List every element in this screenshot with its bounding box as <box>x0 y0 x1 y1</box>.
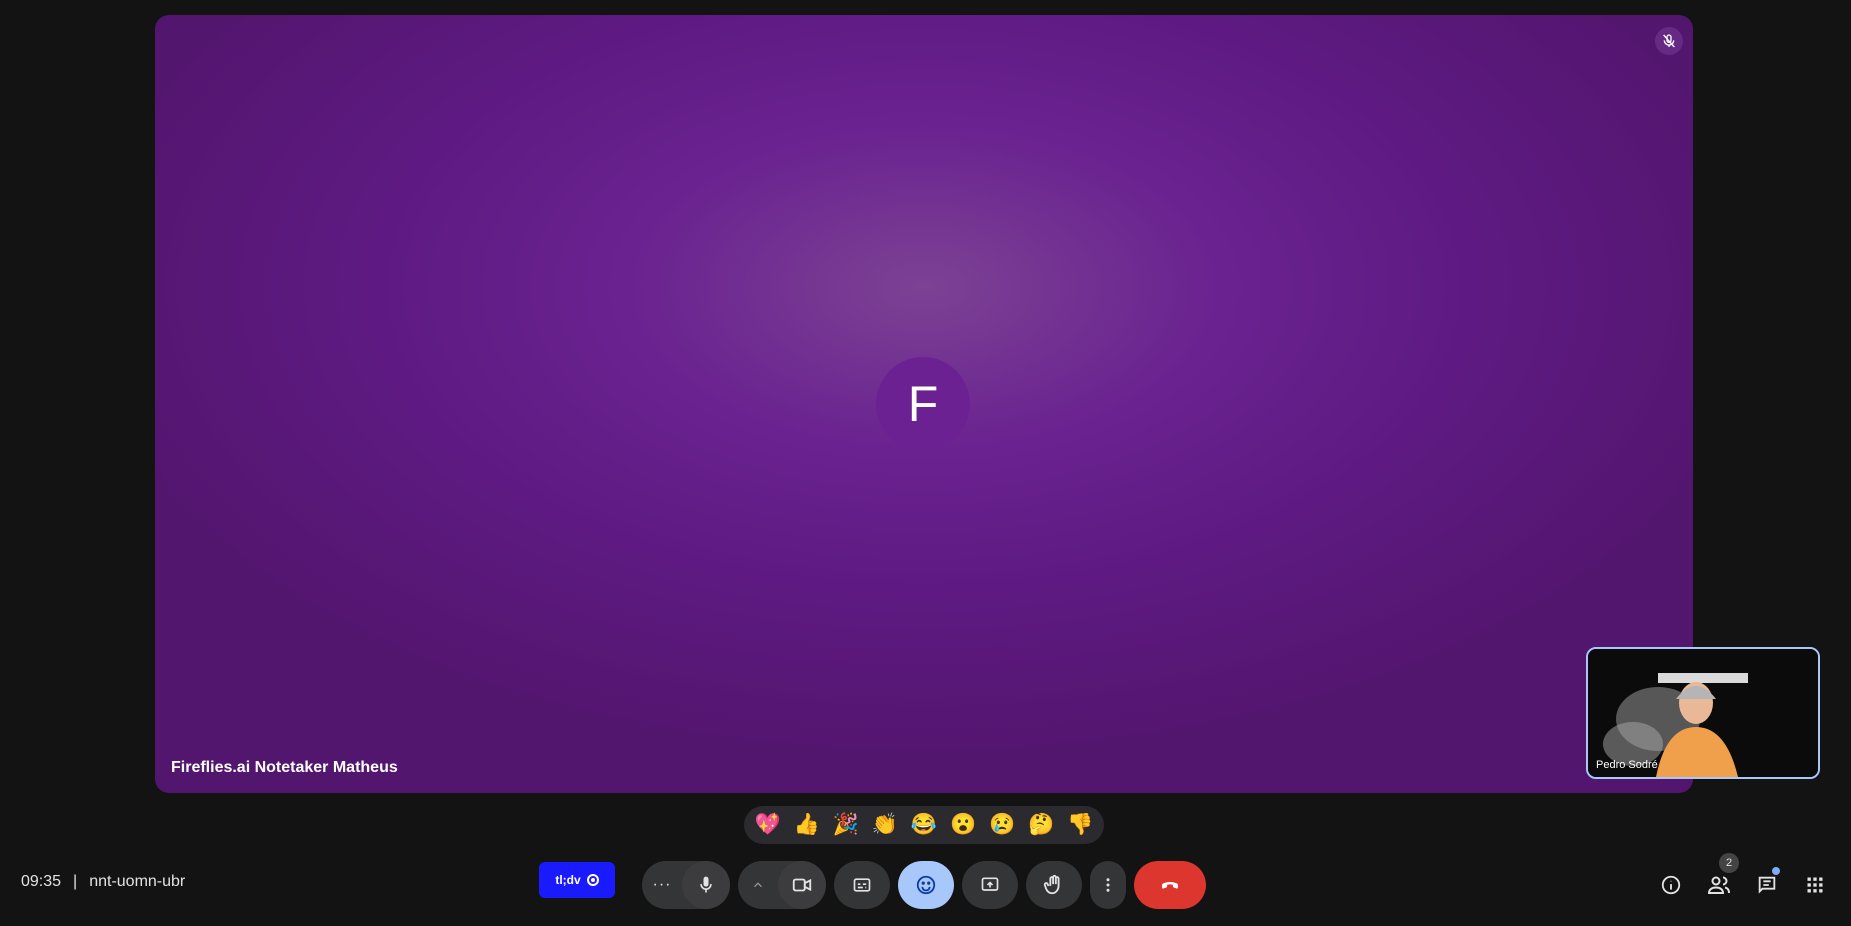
audio-control-group: ··· <box>642 861 730 909</box>
meeting-info: 09:35 | nnt-uomn-ubr <box>21 873 185 891</box>
audio-options-button[interactable]: ··· <box>642 876 682 894</box>
reaction-sparkling-heart[interactable]: 💖 <box>750 813 786 837</box>
reaction-surprised[interactable]: 😮 <box>945 813 981 837</box>
emoji-icon <box>916 875 936 895</box>
chat-notification-dot <box>1772 867 1780 875</box>
meeting-code: nnt-uomn-ubr <box>89 873 186 890</box>
meeting-separator: | <box>73 873 78 890</box>
reaction-clapping[interactable]: 👏 <box>867 813 903 837</box>
participant-name: Fireflies.ai Notetaker Matheus <box>171 759 398 776</box>
main-participant-tile[interactable]: F Fireflies.ai Notetaker Matheus <box>155 15 1693 793</box>
end-call-icon <box>1162 882 1178 889</box>
end-call-button[interactable] <box>1134 861 1206 909</box>
apps-grid-icon <box>1807 877 1823 893</box>
muted-mic-icon <box>1655 27 1683 55</box>
microphone-button[interactable] <box>682 861 730 909</box>
reaction-party-popper[interactable]: 🎉 <box>828 813 864 837</box>
reaction-thumbs-up[interactable]: 👍 <box>789 813 825 837</box>
camera-icon <box>792 878 812 892</box>
meeting-details-button[interactable] <box>1654 868 1688 902</box>
emoji-reactions-button[interactable] <box>898 861 954 909</box>
tldv-label: tl;dv <box>555 873 581 887</box>
reaction-tears-of-joy[interactable]: 😂 <box>906 813 942 837</box>
self-view-tile[interactable]: Pedro Sodré <box>1586 647 1820 779</box>
more-options-button[interactable] <box>1090 861 1126 909</box>
more-options-icon <box>1106 878 1110 892</box>
info-icon <box>1661 875 1681 895</box>
self-video-icon <box>1588 649 1818 777</box>
camera-button[interactable] <box>778 861 826 909</box>
chat-icon <box>1758 876 1776 894</box>
video-control-group <box>738 861 826 909</box>
raise-hand-button[interactable] <box>1026 861 1082 909</box>
video-options-button[interactable] <box>738 878 778 892</box>
reaction-crying[interactable]: 😢 <box>984 813 1020 837</box>
captions-icon <box>853 878 871 892</box>
record-icon <box>586 874 599 886</box>
chevron-up-icon <box>754 882 762 888</box>
reaction-thinking[interactable]: 🤔 <box>1023 813 1059 837</box>
raise-hand-icon <box>1043 874 1060 895</box>
activities-button[interactable] <box>1798 868 1832 902</box>
tldv-extension-button[interactable]: tl;dv <box>539 862 615 898</box>
reaction-thumbs-down[interactable]: 👎 <box>1062 813 1098 837</box>
microphone-icon <box>700 876 712 893</box>
self-participant-name: Pedro Sodré <box>1596 759 1658 771</box>
participant-avatar: F <box>876 357 970 451</box>
people-button[interactable] <box>1702 868 1736 902</box>
reaction-bar: 💖 👍 🎉 👏 😂 😮 😢 🤔 👎 <box>744 806 1104 844</box>
people-icon <box>1707 876 1730 894</box>
present-icon <box>981 877 999 891</box>
meeting-time: 09:35 <box>21 873 62 890</box>
captions-button[interactable] <box>834 861 890 909</box>
present-screen-button[interactable] <box>962 861 1018 909</box>
